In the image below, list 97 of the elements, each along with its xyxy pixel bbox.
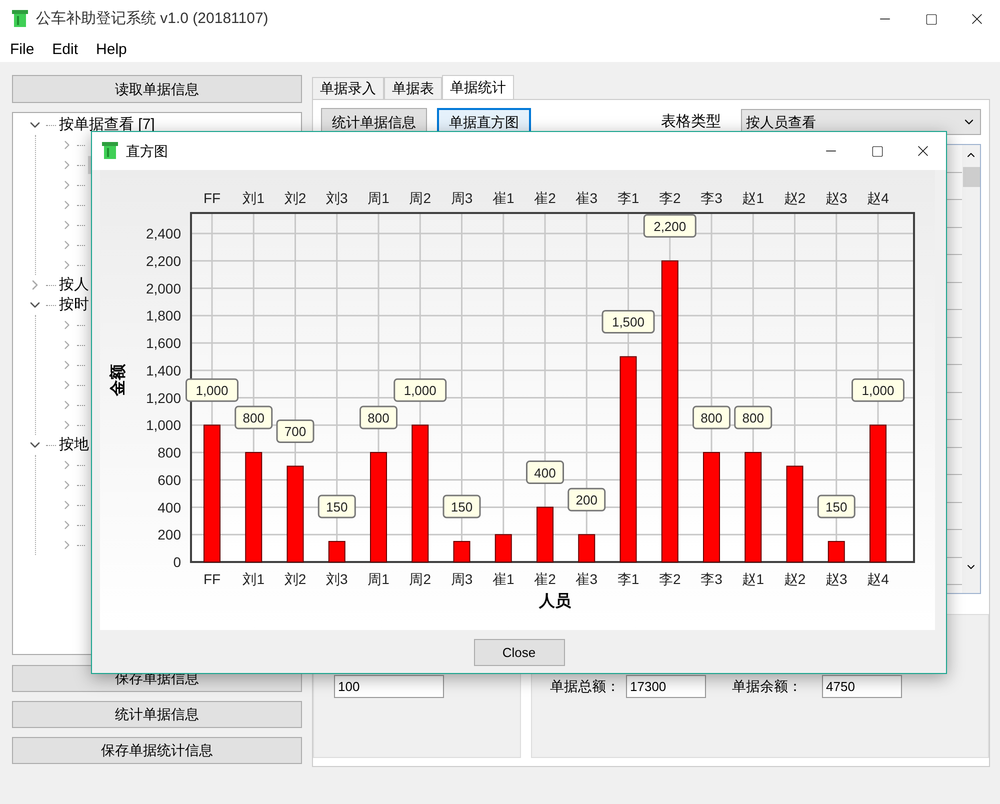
load-button[interactable]: 读取单据信息: [12, 75, 302, 103]
app-icon: [12, 10, 28, 28]
x-tick-label: 刘3: [326, 190, 348, 206]
value-label: 2,200: [643, 214, 696, 238]
x-tick-label: 赵2: [784, 190, 806, 206]
x-tick-label: 刘1: [242, 190, 265, 206]
app-icon: [102, 142, 118, 160]
value-label: 150: [817, 494, 856, 518]
x-axis-title: 人员: [539, 593, 571, 610]
x-tick-label: 崔3: [576, 190, 598, 206]
total-label: 单据总额：: [550, 677, 620, 696]
x-tick-label: 刘3: [326, 571, 348, 587]
bar: [328, 540, 346, 562]
x-tick-label: 周3: [450, 190, 473, 206]
y-tick-label: 400: [158, 499, 181, 516]
bar: [453, 540, 470, 562]
value-label: 1,000: [186, 378, 238, 402]
x-tick-label: 刘1: [242, 571, 265, 587]
x-tick-label: 赵3: [825, 571, 848, 587]
x-tick-label: 周1: [368, 190, 390, 206]
x-tick-label: 赵1: [742, 571, 764, 587]
scrollbar-thumb[interactable]: [962, 167, 980, 187]
y-tick-label: 2,200: [146, 252, 181, 269]
tab[interactable]: 单据录入: [312, 77, 384, 99]
x-tick-label: 周1: [368, 571, 390, 587]
x-tick-label: 崔2: [534, 190, 556, 206]
action-button[interactable]: 保存单据统计信息: [12, 737, 302, 764]
tab[interactable]: 单据统计: [442, 75, 514, 99]
maximize-icon[interactable]: [870, 144, 884, 158]
value-label: 150: [318, 494, 356, 518]
value-label: 800: [692, 406, 730, 430]
x-tick-label: 李2: [658, 571, 681, 587]
dialog-close-button[interactable]: Close: [474, 639, 564, 666]
x-tick-label: 刘2: [284, 571, 306, 587]
y-tick-label: 800: [158, 444, 181, 460]
x-tick-label: 李1: [617, 190, 640, 206]
value-label: 800: [734, 406, 772, 430]
x-tick-label: FF: [203, 571, 221, 587]
x-tick-label: 刘2: [284, 190, 306, 206]
x-tick-label: 赵1: [742, 190, 764, 206]
action-button[interactable]: 统计单据信息: [12, 701, 302, 728]
value-label: 800: [360, 406, 398, 430]
vertical-scrollbar[interactable]: [962, 145, 980, 593]
y-tick-label: 200: [158, 526, 181, 543]
x-tick-label: 周3: [450, 571, 473, 587]
y-tick-label: 2,000: [146, 280, 181, 296]
x-tick-label: 赵4: [867, 571, 889, 587]
y-tick-label: 1,400: [146, 362, 181, 378]
x-tick-label: 赵3: [825, 190, 848, 206]
x-tick-label: 崔1: [492, 190, 514, 206]
menu-item[interactable]: Help: [96, 38, 127, 62]
value-label: 1,000: [852, 378, 904, 402]
x-tick-label: 崔2: [534, 571, 556, 587]
x-tick-label: FF: [203, 190, 221, 206]
tree-item[interactable]: 按时: [59, 294, 89, 316]
x-tick-label: 周2: [409, 571, 432, 587]
bar: [536, 506, 554, 562]
y-tick-label: 1,800: [146, 308, 181, 324]
x-tick-label: 李3: [700, 571, 722, 587]
amount-field[interactable]: 100: [334, 675, 444, 698]
value-label: 1,000: [394, 378, 447, 402]
y-tick-label: 0: [173, 554, 181, 570]
tab[interactable]: 单据表: [384, 77, 442, 99]
menu-item[interactable]: Edit: [52, 38, 78, 62]
value-label: 800: [234, 406, 273, 430]
tree-item[interactable]: 按地: [59, 434, 89, 456]
menu-item[interactable]: File: [10, 38, 34, 62]
value-label: 700: [276, 419, 314, 443]
value-label: 150: [442, 494, 481, 518]
x-tick-label: 崔1: [492, 571, 514, 587]
y-tick-label: 1,000: [146, 417, 181, 434]
window-title: 公车补助登记系统 v1.0 (20181107): [36, 8, 268, 29]
value-label: 200: [568, 488, 606, 512]
x-tick-label: 李1: [617, 571, 640, 587]
balance-field[interactable]: 4750: [822, 675, 902, 698]
bar: [828, 540, 845, 562]
x-tick-label: 赵4: [867, 190, 889, 206]
value-label: 1,500: [602, 310, 655, 334]
y-tick-label: 2,400: [146, 226, 181, 242]
x-tick-label: 李2: [658, 190, 681, 206]
y-tick-label: 1,600: [146, 335, 181, 352]
dialog-title: 直方图: [126, 142, 168, 160]
y-axis-title: 金额: [110, 364, 127, 396]
x-tick-label: 崔3: [576, 571, 598, 587]
maximize-icon[interactable]: [924, 12, 938, 26]
table-type-label: 表格类型: [661, 112, 721, 132]
x-tick-label: 周2: [409, 190, 432, 206]
bar: [494, 534, 512, 562]
x-tick-label: 赵2: [784, 571, 806, 587]
value-label: 400: [526, 460, 564, 484]
total-field[interactable]: 17300: [626, 675, 706, 698]
balance-label: 单据余额：: [732, 677, 802, 696]
y-tick-label: 1,200: [146, 390, 181, 406]
bar: [578, 534, 596, 562]
x-tick-label: 李3: [700, 190, 722, 206]
y-tick-label: 600: [158, 472, 181, 488]
tree-item[interactable]: 按人: [59, 274, 89, 296]
